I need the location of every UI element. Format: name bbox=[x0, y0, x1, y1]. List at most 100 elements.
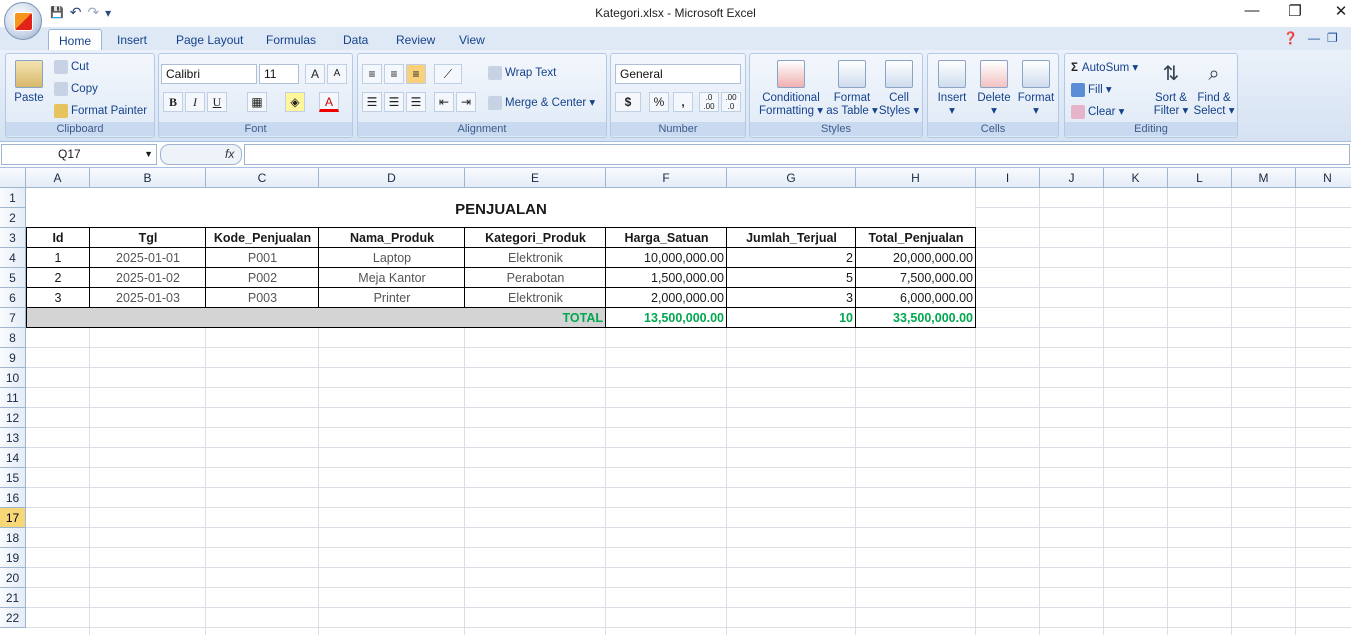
column-header-c[interactable]: C bbox=[206, 168, 319, 188]
fill-button[interactable]: Fill ▾ bbox=[1071, 82, 1112, 97]
table-header-cell[interactable]: Nama_Produk bbox=[319, 228, 465, 248]
format-cells-button[interactable]: Format ▾ bbox=[1016, 60, 1056, 118]
table-cell[interactable]: P003 bbox=[206, 288, 319, 308]
row-header-8[interactable]: 8 bbox=[0, 328, 26, 348]
column-header-d[interactable]: D bbox=[319, 168, 465, 188]
font-size-dropdown[interactable]: 11 bbox=[259, 64, 299, 84]
help-icon[interactable]: ❓ bbox=[1283, 31, 1298, 45]
row-header-1[interactable]: 1 bbox=[0, 188, 26, 208]
total-label[interactable]: TOTAL bbox=[465, 308, 606, 328]
autosum-button[interactable]: Σ AutoSum ▾ bbox=[1071, 60, 1138, 74]
column-header-i[interactable]: I bbox=[976, 168, 1040, 188]
table-header-cell[interactable]: Tgl bbox=[90, 228, 206, 248]
table-cell[interactable]: 5 bbox=[727, 268, 856, 288]
sheet-title[interactable]: PENJUALAN bbox=[26, 190, 976, 230]
increase-indent-icon[interactable]: ⇥ bbox=[456, 92, 476, 112]
row-header-3[interactable]: 3 bbox=[0, 228, 26, 248]
decrease-indent-icon[interactable]: ⇤ bbox=[434, 92, 454, 112]
table-cell[interactable]: 3 bbox=[26, 288, 90, 308]
merge-center-button[interactable]: Merge & Center ▾ bbox=[488, 95, 595, 110]
select-all-corner[interactable] bbox=[0, 168, 26, 188]
table-header-cell[interactable]: Kode_Penjualan bbox=[206, 228, 319, 248]
table-cell[interactable]: 10,000,000.00 bbox=[606, 248, 727, 268]
table-cell[interactable]: 1,500,000.00 bbox=[606, 268, 727, 288]
row-header-14[interactable]: 14 bbox=[0, 448, 26, 468]
grow-font-button[interactable]: A bbox=[305, 64, 325, 84]
table-header-cell[interactable]: Total_Penjualan bbox=[856, 228, 976, 248]
tab-insert[interactable]: Insert bbox=[107, 29, 157, 51]
restore-button[interactable]: ❐ bbox=[1280, 2, 1310, 20]
row-header-13[interactable]: 13 bbox=[0, 428, 26, 448]
table-cell[interactable]: P001 bbox=[206, 248, 319, 268]
tab-home[interactable]: Home bbox=[48, 29, 103, 51]
name-box[interactable]: Q17 ▼ bbox=[1, 144, 157, 165]
column-header-e[interactable]: E bbox=[465, 168, 606, 188]
column-header-m[interactable]: M bbox=[1232, 168, 1296, 188]
align-bottom-icon[interactable]: ≡ bbox=[406, 64, 426, 84]
cut-button[interactable]: Cut bbox=[54, 60, 89, 74]
tab-formulas[interactable]: Formulas bbox=[256, 29, 326, 51]
table-header-cell[interactable]: Kategori_Produk bbox=[465, 228, 606, 248]
table-cell[interactable]: 2025-01-01 bbox=[90, 248, 206, 268]
row-header-22[interactable]: 22 bbox=[0, 608, 26, 628]
italic-button[interactable]: I bbox=[185, 92, 205, 112]
row-header-20[interactable]: 20 bbox=[0, 568, 26, 588]
table-cell[interactable]: 1 bbox=[26, 248, 90, 268]
table-cell[interactable]: 2 bbox=[727, 248, 856, 268]
row-header-12[interactable]: 12 bbox=[0, 408, 26, 428]
row-header-11[interactable]: 11 bbox=[0, 388, 26, 408]
close-button[interactable]: ✕ bbox=[1326, 2, 1351, 20]
align-center-icon[interactable]: ☰ bbox=[384, 92, 404, 112]
table-cell[interactable]: 2 bbox=[26, 268, 90, 288]
table-header-cell[interactable]: Harga_Satuan bbox=[606, 228, 727, 248]
total-jumlah-terjual[interactable]: 10 bbox=[727, 308, 856, 328]
table-cell[interactable]: 20,000,000.00 bbox=[856, 248, 976, 268]
align-left-icon[interactable]: ☰ bbox=[362, 92, 382, 112]
align-middle-icon[interactable]: ≡ bbox=[384, 64, 404, 84]
fill-color-icon[interactable]: ◈ bbox=[285, 92, 305, 112]
align-right-icon[interactable]: ☰ bbox=[406, 92, 426, 112]
total-penjualan[interactable]: 33,500,000.00 bbox=[856, 308, 976, 328]
tab-data[interactable]: Data bbox=[333, 29, 378, 51]
format-as-table-button[interactable]: Format as Table ▾ bbox=[826, 60, 878, 118]
table-cell[interactable]: 2025-01-03 bbox=[90, 288, 206, 308]
table-header-cell[interactable]: Jumlah_Terjual bbox=[727, 228, 856, 248]
tab-page-layout[interactable]: Page Layout bbox=[166, 29, 253, 51]
row-header-2[interactable]: 2 bbox=[0, 208, 26, 228]
row-header-16[interactable]: 16 bbox=[0, 488, 26, 508]
delete-cells-button[interactable]: Delete ▾ bbox=[974, 60, 1014, 118]
currency-button[interactable]: $ bbox=[615, 92, 641, 112]
total-harga-satuan[interactable]: 13,500,000.00 bbox=[606, 308, 727, 328]
row-header-15[interactable]: 15 bbox=[0, 468, 26, 488]
row-header-10[interactable]: 10 bbox=[0, 368, 26, 388]
font-color-button[interactable]: A bbox=[319, 92, 339, 112]
column-header-l[interactable]: L bbox=[1168, 168, 1232, 188]
row-header-5[interactable]: 5 bbox=[0, 268, 26, 288]
office-button[interactable] bbox=[4, 2, 42, 40]
comma-button[interactable]: , bbox=[673, 92, 693, 112]
wrap-text-button[interactable]: Wrap Text bbox=[488, 66, 556, 80]
shrink-font-button[interactable]: A bbox=[327, 64, 347, 84]
column-header-a[interactable]: A bbox=[26, 168, 90, 188]
table-cell[interactable]: P002 bbox=[206, 268, 319, 288]
row-header-19[interactable]: 19 bbox=[0, 548, 26, 568]
sort-filter-button[interactable]: ⇅ Sort & Filter ▾ bbox=[1151, 60, 1191, 118]
column-header-n[interactable]: N bbox=[1296, 168, 1351, 188]
row-header-18[interactable]: 18 bbox=[0, 528, 26, 548]
table-cell[interactable]: Elektronik bbox=[465, 248, 606, 268]
minimize-button[interactable]: — bbox=[1237, 2, 1267, 19]
row-header-17[interactable]: 17 bbox=[0, 508, 26, 528]
orientation-icon[interactable]: ⟋ bbox=[434, 64, 462, 84]
column-header-k[interactable]: K bbox=[1104, 168, 1168, 188]
table-header-cell[interactable]: Id bbox=[26, 228, 90, 248]
borders-icon[interactable]: ▦ bbox=[247, 92, 267, 112]
format-painter-button[interactable]: Format Painter bbox=[54, 104, 147, 118]
table-cell[interactable]: 6,000,000.00 bbox=[856, 288, 976, 308]
column-header-f[interactable]: F bbox=[606, 168, 727, 188]
underline-button[interactable]: U bbox=[207, 92, 227, 112]
ribbon-restore-icon[interactable]: ❐ bbox=[1327, 31, 1338, 45]
row-header-6[interactable]: 6 bbox=[0, 288, 26, 308]
column-header-b[interactable]: B bbox=[90, 168, 206, 188]
decrease-decimal-button[interactable]: .00 .0 bbox=[721, 92, 741, 112]
table-cell[interactable]: Perabotan bbox=[465, 268, 606, 288]
